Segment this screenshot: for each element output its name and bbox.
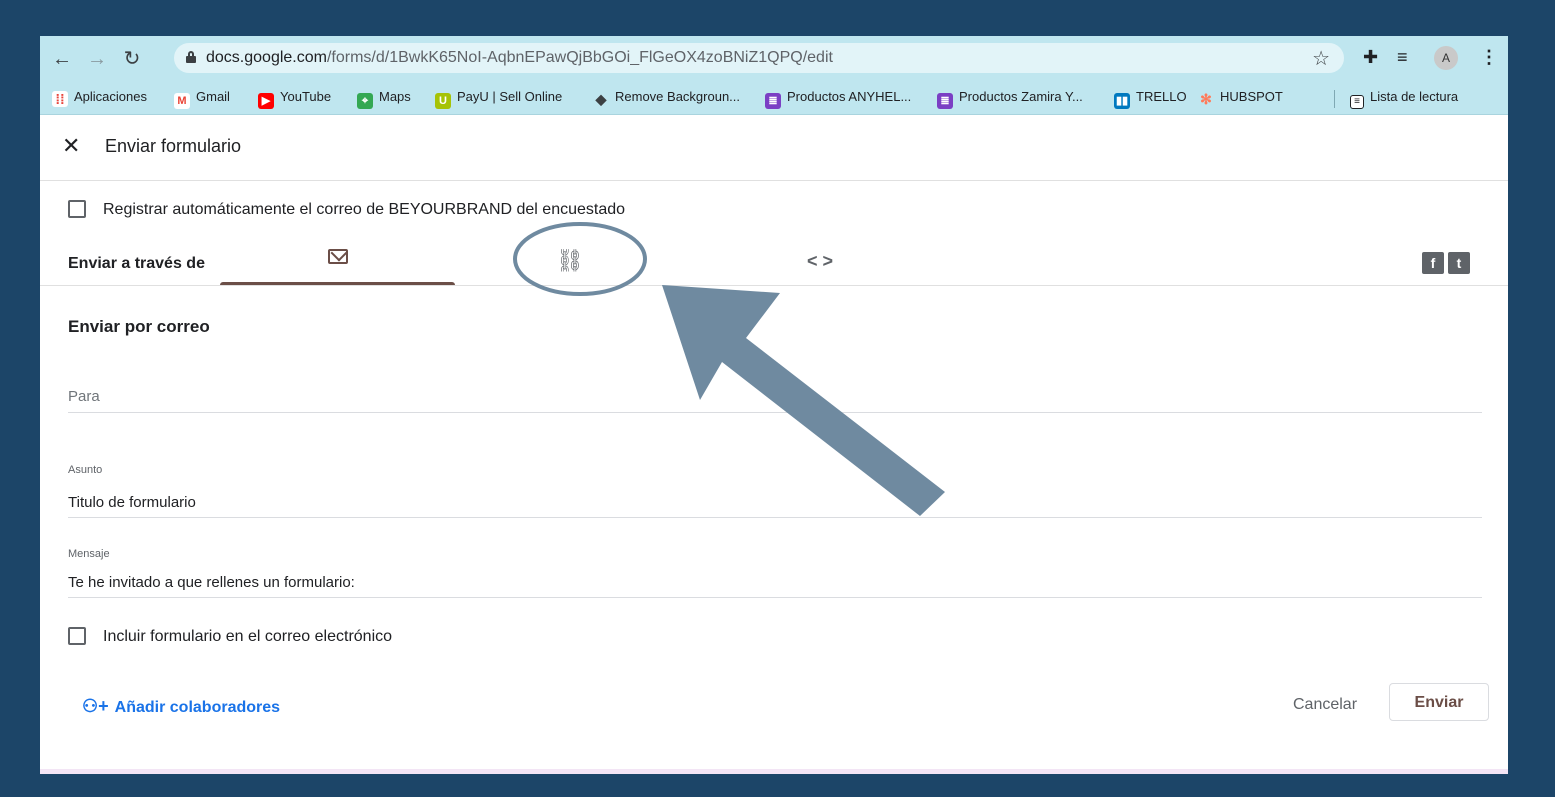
collect-email-label: Registrar automáticamente el correo de B… [103,201,626,218]
bookmark-removebg[interactable]: ◆ Remove Backgroun... [593,89,740,107]
bookmark-youtube[interactable]: ▶ YouTube [258,89,331,109]
bookmark-star-icon[interactable]: ☆ [1312,46,1330,71]
bookmark-maps[interactable]: ⌖ Maps [357,89,411,109]
reading-list-label: Lista de lectura [1370,89,1459,104]
dialog-title: Enviar formulario [105,136,242,156]
tabs-divider [40,285,1508,286]
cancel-button[interactable]: Cancelar [1280,686,1370,724]
subject-field[interactable]: Titulo de formulario [68,494,196,511]
message-field-underline [68,597,1482,598]
bookmark-label: Remove Backgroun... [615,89,741,104]
bookmark-label: Maps [379,89,411,104]
url-path: /forms/d/1BwkK65NoI-AqbnEPawQjBbGOi_FlGe… [326,49,833,66]
avatar[interactable]: A [1434,46,1458,70]
bookmarks-bar: ⁞⁞ Aplicaciones M Gmail ▶ YouTube ⌖ Maps U Pa… [40,82,1508,115]
bookmark-label: Aplicaciones [74,89,147,104]
link-icon: ⛓ [556,248,584,273]
bookmark-label: Productos ANYHEL... [787,89,912,104]
mail-icon [328,249,348,264]
bookmark-productos-anyhel[interactable]: ≣ Productos ANYHEL... [765,89,911,109]
close-icon[interactable]: ✕ [62,134,80,158]
bookmark-aplicaciones[interactable]: ⁞⁞ Aplicaciones [52,89,147,107]
extensions-icon[interactable]: ✚ [1363,47,1378,68]
tab-link[interactable]: ⛓ [510,236,630,286]
bookmark-payu[interactable]: U PayU | Sell Online [435,89,562,109]
dialog-header: ✕ Enviar formulario [40,114,1508,181]
subject-field-underline [68,517,1482,518]
lock-icon [186,51,196,63]
tab-email[interactable] [220,236,455,286]
add-person-icon: ⚇+ [82,696,109,716]
bookmark-label: HUBSPOT [1220,89,1283,104]
reading-list-icon: ≡ [1350,95,1364,109]
collect-email-checkbox[interactable] [68,200,86,218]
url-domain: docs.google.com [206,49,327,66]
browser-window: ← → ↻ docs.google.com/forms/d/1BwkK65NoI… [40,36,1508,774]
bookmark-label: Productos Zamira Y... [959,89,1083,104]
bookmark-hubspot[interactable]: ✻ HUBSPOT [1198,89,1283,107]
url-text: docs.google.com/forms/d/1BwkK65NoI-AqbnE… [206,49,833,67]
to-field-underline [68,412,1482,413]
send-via-label: Enviar a través de [68,255,205,272]
sheets-icon: ≣ [937,93,953,109]
gmail-icon: M [174,93,190,109]
bookmark-label: YouTube [280,89,332,104]
send-button[interactable]: Enviar [1389,683,1489,721]
add-collaborators-button[interactable]: ⚇+ Añadir colaboradores [82,696,280,717]
bookmarks-separator [1334,90,1335,108]
apps-grid-icon: ⁞⁞ [52,91,68,107]
include-form-label: Incluir formulario en el correo electrón… [103,628,393,645]
bookmark-productos-zamira[interactable]: ≣ Productos Zamira Y... [937,89,1083,109]
payu-icon: U [435,93,451,109]
add-collaborators-label: Añadir colaboradores [114,699,281,716]
code-icon: < > [806,251,834,271]
bookmark-label: Gmail [196,89,230,104]
trello-icon: ▮▮ [1114,93,1130,109]
bookmark-label: TRELLO [1136,89,1187,104]
more-menu-icon[interactable]: ⋮ [1480,47,1498,68]
bookmark-gmail[interactable]: M Gmail [174,89,230,109]
facebook-icon[interactable]: f [1422,252,1444,274]
browser-toolbar: ← → ↻ docs.google.com/forms/d/1BwkK65NoI… [40,36,1508,82]
bookmark-trello[interactable]: ▮▮ TRELLO [1114,89,1187,109]
youtube-icon: ▶ [258,93,274,109]
forward-icon[interactable]: → [85,47,109,71]
back-icon[interactable]: ← [50,47,74,71]
address-bar[interactable]: docs.google.com/forms/d/1BwkK65NoI-AqbnE… [174,43,1344,73]
message-field[interactable]: Te he invitado a que rellenes un formula… [68,574,355,591]
twitter-icon[interactable]: t [1448,252,1470,274]
subject-label: Asunto [68,464,103,476]
section-title: Enviar por correo [68,317,210,336]
bookmark-label: PayU | Sell Online [457,89,563,104]
maps-icon: ⌖ [357,93,373,109]
to-field[interactable]: Para [68,388,100,405]
reload-icon[interactable]: ↻ [120,47,144,71]
reading-list[interactable]: ≡ Lista de lectura [1350,89,1458,109]
media-queue-icon[interactable]: ≡ [1397,47,1408,68]
sheets-icon: ≣ [765,93,781,109]
message-label: Mensaje [68,548,110,560]
tab-embed[interactable]: < > [780,236,860,286]
bottom-strip [40,769,1508,774]
removebg-icon: ◆ [595,91,607,107]
include-form-checkbox[interactable] [68,627,86,645]
hubspot-icon: ✻ [1200,91,1212,107]
